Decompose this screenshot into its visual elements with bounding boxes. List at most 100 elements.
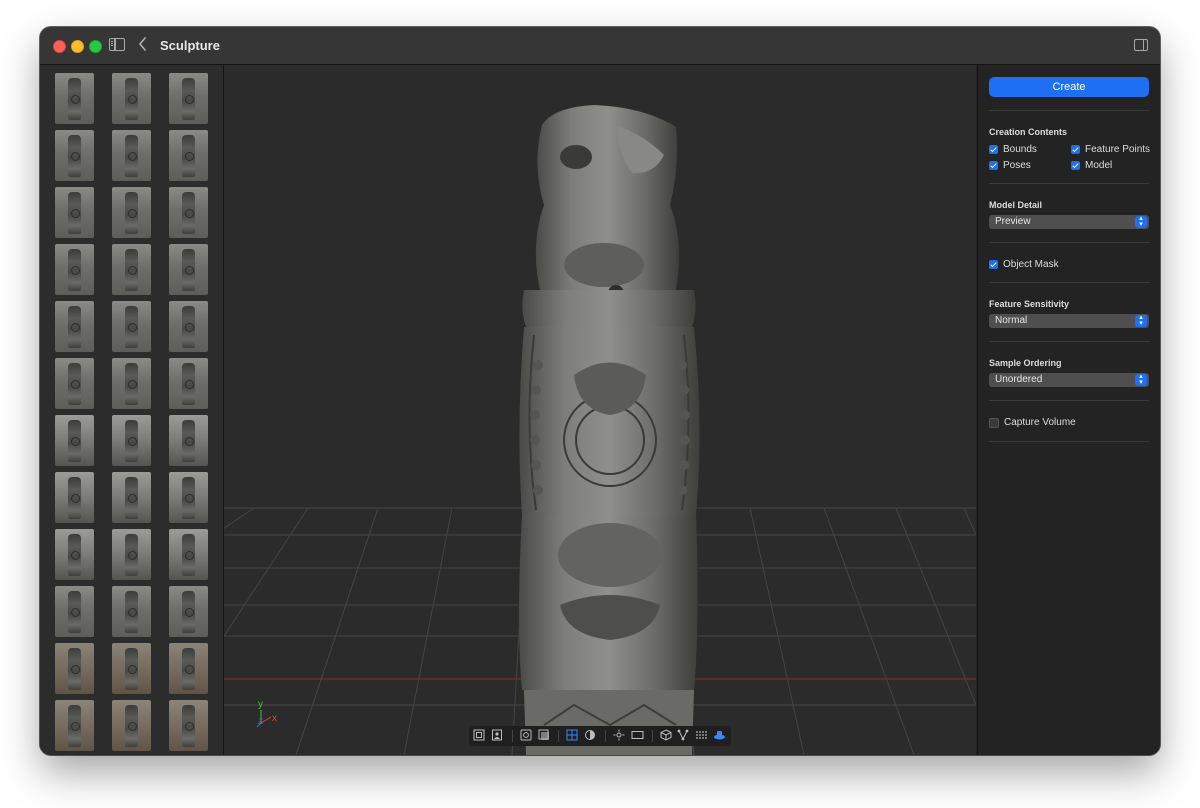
contrast-icon[interactable]: [584, 729, 598, 744]
grid-icon[interactable]: [566, 729, 580, 744]
creation-contents-title: Creation Contents: [989, 127, 1068, 137]
feature-points-checkbox[interactable]: Feature Points: [1071, 144, 1150, 155]
sample-ordering-select[interactable]: Unordered ▴ ▾: [989, 373, 1149, 387]
cube-icon[interactable]: [660, 728, 674, 744]
feature-sensitivity-value: Normal: [995, 315, 1028, 326]
nodes-icon[interactable]: [677, 729, 691, 744]
image-thumbnail[interactable]: [55, 529, 94, 580]
minimize-window-button[interactable]: [71, 40, 84, 53]
platform-icon[interactable]: [713, 729, 727, 744]
z-axis-label: z: [258, 716, 263, 727]
divider: [989, 400, 1149, 401]
image-thumbnail[interactable]: [169, 358, 208, 409]
image-thumbnail[interactable]: [55, 187, 94, 238]
thumbnail-grid: [55, 73, 208, 755]
divider: [989, 242, 1149, 243]
image-thumbnail[interactable]: [55, 244, 94, 295]
image-thumbnail[interactable]: [169, 643, 208, 694]
sample-ordering-title: Sample Ordering: [989, 358, 1062, 368]
checkbox-checked-icon: [989, 161, 998, 170]
object-mask-checkbox[interactable]: Object Mask: [989, 259, 1059, 270]
divider: [989, 183, 1149, 184]
image-thumbnail[interactable]: [112, 700, 151, 751]
poses-label: Poses: [1003, 160, 1031, 171]
scene-canvas: y x z: [224, 105, 976, 755]
model-detail-value: Preview: [995, 216, 1031, 227]
chevron-updown-icon: ▴ ▾: [1135, 314, 1147, 327]
image-thumbnail[interactable]: [55, 73, 94, 124]
sculpture-model[interactable]: [519, 105, 700, 755]
model-checkbox[interactable]: Model: [1071, 160, 1112, 171]
image-thumbnail[interactable]: [169, 301, 208, 352]
model-label: Model: [1085, 160, 1113, 171]
viewport-toolbar: [469, 726, 731, 746]
image-thumbnail[interactable]: [112, 187, 151, 238]
image-thumbnail[interactable]: [55, 472, 94, 523]
image-sidebar[interactable]: [40, 65, 224, 755]
checkbox-unchecked-icon: [989, 417, 999, 428]
checkbox-checked-icon: [989, 260, 998, 269]
image-thumbnail[interactable]: [112, 130, 151, 181]
divider: [989, 110, 1149, 111]
image-thumbnail[interactable]: [55, 700, 94, 751]
object-icon[interactable]: [520, 729, 534, 744]
zoom-window-button[interactable]: [89, 40, 102, 53]
window-title: Sculpture: [160, 38, 220, 53]
image-thumbnail[interactable]: [169, 472, 208, 523]
toolbar-separator: [605, 730, 606, 742]
capture-volume-label: Capture Volume: [1004, 417, 1076, 428]
image-thumbnail[interactable]: [55, 301, 94, 352]
divider: [989, 441, 1149, 442]
frame-icon[interactable]: [473, 729, 487, 744]
image-thumbnail[interactable]: [112, 358, 151, 409]
image-thumbnail[interactable]: [55, 415, 94, 466]
light-icon[interactable]: [613, 729, 627, 744]
image-thumbnail[interactable]: [169, 187, 208, 238]
model-viewport[interactable]: y x z: [224, 65, 976, 755]
image-thumbnail[interactable]: [55, 358, 94, 409]
image-thumbnail[interactable]: [169, 586, 208, 637]
image-thumbnail[interactable]: [169, 73, 208, 124]
bounds-checkbox[interactable]: Bounds: [989, 144, 1037, 155]
image-thumbnail[interactable]: [169, 529, 208, 580]
image-thumbnail[interactable]: [112, 244, 151, 295]
model-detail-title: Model Detail: [989, 200, 1043, 210]
image-thumbnail[interactable]: [55, 643, 94, 694]
object-mask-label: Object Mask: [1003, 259, 1059, 270]
image-thumbnail[interactable]: [169, 700, 208, 751]
image-thumbnail[interactable]: [112, 586, 151, 637]
capture-volume-checkbox[interactable]: Capture Volume: [989, 417, 1076, 428]
image-thumbnail[interactable]: [55, 586, 94, 637]
photo-icon[interactable]: [491, 729, 505, 744]
feature-points-label: Feature Points: [1085, 144, 1151, 155]
image-thumbnail[interactable]: [55, 130, 94, 181]
image-thumbnail[interactable]: [169, 415, 208, 466]
bounds-label: Bounds: [1003, 144, 1037, 155]
layers-icon[interactable]: [538, 729, 552, 744]
toolbar-separator: [511, 730, 513, 742]
feature-sensitivity-select[interactable]: Normal ▴ ▾: [989, 314, 1149, 328]
back-chevron-icon[interactable]: [138, 37, 147, 51]
image-thumbnail[interactable]: [112, 529, 151, 580]
image-thumbnail[interactable]: [112, 415, 151, 466]
model-detail-select[interactable]: Preview ▴ ▾: [989, 215, 1149, 229]
dots-grid-icon[interactable]: [695, 729, 709, 744]
poses-checkbox[interactable]: Poses: [989, 160, 1031, 171]
image-thumbnail[interactable]: [112, 73, 151, 124]
create-button[interactable]: Create: [989, 77, 1149, 97]
close-window-button[interactable]: [53, 40, 66, 53]
inspector-toggle-icon[interactable]: [1134, 39, 1148, 51]
chevron-updown-icon: ▴ ▾: [1135, 215, 1147, 228]
titlebar: Sculpture: [40, 27, 1160, 65]
image-thumbnail[interactable]: [169, 244, 208, 295]
checkbox-checked-icon: [1071, 145, 1080, 154]
image-thumbnail[interactable]: [112, 472, 151, 523]
image-thumbnail[interactable]: [112, 301, 151, 352]
rect-icon[interactable]: [631, 729, 645, 744]
image-thumbnail[interactable]: [169, 130, 208, 181]
sample-ordering-value: Unordered: [995, 374, 1043, 385]
toolbar-separator: [558, 730, 560, 742]
sidebar-toggle-icon[interactable]: [109, 38, 125, 51]
toolbar-separator: [651, 730, 653, 742]
image-thumbnail[interactable]: [112, 643, 151, 694]
